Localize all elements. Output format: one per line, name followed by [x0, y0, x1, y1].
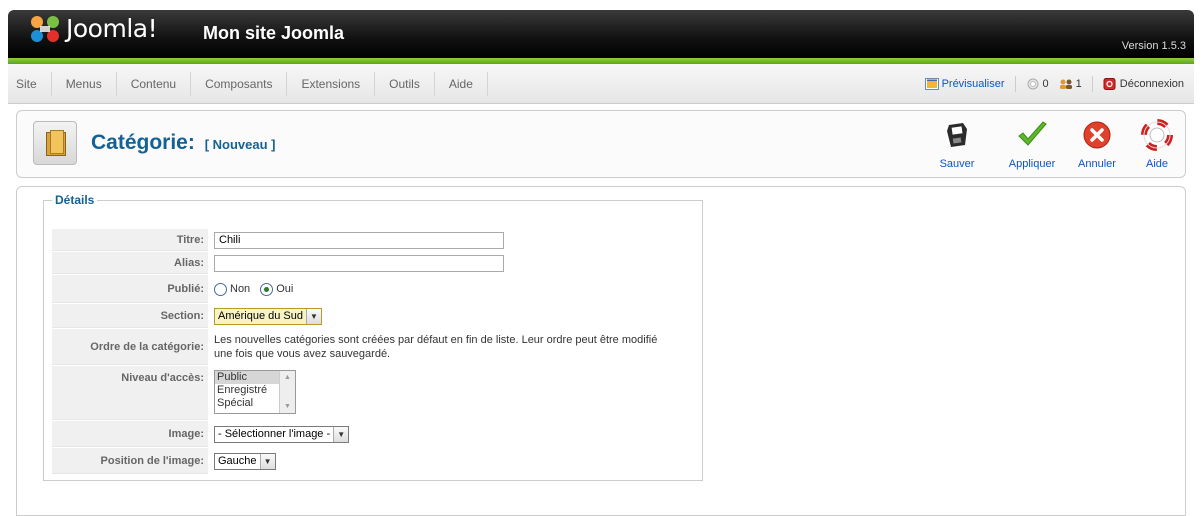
- scroll-up-icon: ▲: [284, 374, 291, 381]
- preview-label: Prévisualiser: [941, 78, 1005, 90]
- cancel-icon: [1083, 121, 1111, 149]
- order-row: Ordre de la catégorie: Les nouvelles cat…: [52, 329, 657, 365]
- toolbar-box: Catégorie: [ Nouveau ] Sauver Appliquer …: [16, 110, 1186, 178]
- menu-item-outils[interactable]: Outils: [375, 72, 435, 96]
- page-title-suffix: [ Nouveau ]: [204, 137, 276, 152]
- menu-item-site[interactable]: Site: [8, 72, 52, 96]
- apply-label: Appliquer: [1008, 158, 1056, 170]
- title-label: Titre:: [52, 229, 208, 251]
- logout-link[interactable]: Déconnexion: [1103, 78, 1184, 90]
- page-title-text: Catégorie:: [91, 131, 195, 154]
- header: Joomla! Mon site Joomla Version 1.5.3: [0, 0, 1202, 64]
- order-field-wrap: Les nouvelles catégories sont créées par…: [208, 329, 657, 365]
- image-position-field-wrap: Gauche ▼: [208, 448, 276, 474]
- apply-button[interactable]: Appliquer: [1002, 119, 1062, 173]
- image-position-select-value: Gauche: [218, 455, 257, 467]
- published-label: Publié:: [52, 275, 208, 303]
- preview-icon: [924, 78, 939, 90]
- page-title: Catégorie: [ Nouveau ]: [91, 131, 276, 155]
- published-yes-label: Oui: [276, 283, 294, 295]
- menu-bar: Site Menus Contenu Composants Extensions…: [8, 64, 1194, 104]
- details-fieldset: Détails Titre: Alias: Publié: Non Oui: [43, 193, 703, 481]
- order-text-line-2: une fois que vous avez sauvegardé.: [214, 348, 391, 360]
- status-bar: Prévisualiser 0 1 Déconnexion: [915, 76, 1184, 92]
- messages-count: 0: [1042, 78, 1049, 90]
- access-option-public[interactable]: Public: [215, 371, 279, 384]
- image-row: Image: - Sélectionner l'image - ▼: [52, 421, 350, 447]
- menu-item-aide[interactable]: Aide: [435, 72, 488, 96]
- alias-field-wrap: [208, 252, 504, 274]
- logout-icon: [1103, 78, 1116, 90]
- access-option-special[interactable]: Spécial: [215, 397, 279, 410]
- title-row: Titre:: [52, 229, 504, 251]
- published-no-radio[interactable]: [214, 282, 227, 296]
- cancel-label: Annuler: [1078, 158, 1116, 170]
- joomla-brand: Joomla!: [66, 14, 158, 43]
- alias-input[interactable]: [214, 254, 504, 272]
- main-menu: Site Menus Contenu Composants Extensions…: [8, 72, 488, 96]
- category-folder-front: [50, 130, 64, 154]
- site-title: Mon site Joomla: [203, 23, 345, 43]
- version-label: Version 1.5.3: [1121, 40, 1186, 52]
- content-panel: Détails Titre: Alias: Publié: Non Oui: [16, 186, 1186, 516]
- access-row: Niveau d'accès: Public Enregistré Spécia…: [52, 366, 296, 420]
- status-divider: [1014, 76, 1016, 92]
- details-legend: Détails: [55, 193, 95, 207]
- chevron-down-icon: ▼: [333, 426, 349, 442]
- section-select-value: Amérique du Sud: [218, 310, 303, 322]
- messages-status[interactable]: 0: [1026, 78, 1049, 90]
- lifebuoy-help-icon: [1141, 119, 1173, 151]
- help-label: Aide: [1145, 158, 1169, 170]
- chevron-down-icon: ▼: [259, 453, 275, 469]
- menu-item-contenu[interactable]: Contenu: [117, 72, 192, 96]
- chevron-down-icon: ▼: [306, 308, 321, 324]
- messages-icon: [1027, 78, 1039, 90]
- preview-link[interactable]: Prévisualiser: [924, 78, 1005, 90]
- image-select-value: - Sélectionner l'image -: [218, 428, 331, 440]
- access-scrollbar[interactable]: ▲ ▼: [279, 371, 295, 413]
- published-no-label: Non: [230, 283, 251, 295]
- access-listbox[interactable]: Public Enregistré Spécial ▲ ▼: [214, 370, 296, 414]
- users-icon: [1059, 79, 1072, 89]
- image-select[interactable]: - Sélectionner l'image - ▼: [214, 425, 350, 443]
- cancel-button[interactable]: Annuler: [1067, 119, 1127, 173]
- menu-item-menus[interactable]: Menus: [52, 72, 117, 96]
- image-position-row: Position de l'image: Gauche ▼: [52, 448, 276, 474]
- published-row: Publié: Non Oui: [52, 275, 303, 303]
- alias-label: Alias:: [52, 252, 208, 274]
- menu-item-extensions[interactable]: Extensions: [287, 72, 376, 96]
- image-field-wrap: - Sélectionner l'image - ▼: [208, 421, 350, 447]
- order-text-line-1: Les nouvelles catégories sont créées par…: [214, 334, 658, 346]
- section-row: Section: Amérique du Sud ▼: [52, 304, 322, 328]
- title-field-wrap: [208, 229, 504, 251]
- checkmark-icon: [1018, 121, 1047, 146]
- published-field-wrap: Non Oui: [208, 275, 303, 303]
- save-label: Sauver: [939, 158, 975, 170]
- section-field-wrap: Amérique du Sud ▼: [208, 304, 322, 328]
- access-label: Niveau d'accès:: [52, 366, 208, 420]
- save-button[interactable]: Sauver: [927, 119, 987, 173]
- users-count: 1: [1075, 78, 1082, 90]
- image-label: Image:: [52, 421, 208, 447]
- image-position-label: Position de l'image:: [52, 448, 208, 474]
- scroll-down-icon: ▼: [284, 403, 291, 410]
- header-bar: [8, 10, 1194, 58]
- title-input[interactable]: [214, 231, 504, 249]
- save-icon: [947, 123, 967, 147]
- access-field-wrap: Public Enregistré Spécial ▲ ▼: [208, 366, 296, 420]
- order-label: Ordre de la catégorie:: [52, 329, 208, 365]
- status-divider: [1091, 76, 1093, 92]
- category-icon: [33, 121, 77, 165]
- help-button[interactable]: Aide: [1127, 119, 1187, 173]
- published-yes-radio[interactable]: [260, 282, 274, 296]
- users-status[interactable]: 1: [1059, 78, 1082, 90]
- alias-row: Alias:: [52, 252, 504, 274]
- section-select[interactable]: Amérique du Sud ▼: [214, 307, 322, 325]
- menu-item-composants[interactable]: Composants: [191, 72, 288, 96]
- section-label: Section:: [52, 304, 208, 328]
- logout-label: Déconnexion: [1119, 78, 1184, 90]
- image-position-select[interactable]: Gauche ▼: [214, 452, 276, 470]
- joomla-logo-icon: [31, 16, 59, 42]
- access-option-registered[interactable]: Enregistré: [215, 384, 279, 397]
